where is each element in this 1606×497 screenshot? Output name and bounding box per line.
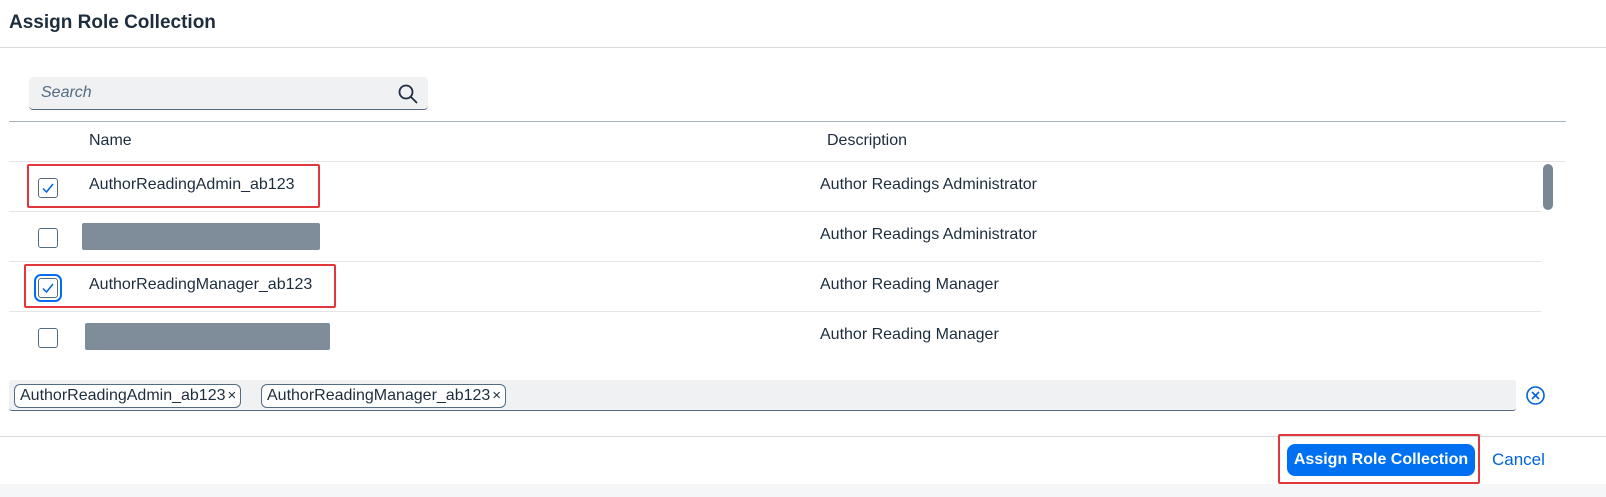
assign-role-collection-dialog: Assign Role Collection Search Name Descr… — [0, 0, 1606, 497]
token-authorreadingadmin[interactable]: AuthorReadingAdmin_ab123 × — [14, 384, 242, 408]
cancel-button[interactable]: Cancel — [1492, 450, 1545, 470]
dialog-title: Assign Role Collection — [9, 12, 216, 33]
search-icon[interactable] — [397, 83, 419, 105]
highlight-box-row-3 — [24, 264, 336, 308]
token-label: AuthorReadingAdmin_ab123 — [20, 387, 226, 404]
highlight-box-row-1 — [27, 164, 320, 208]
redacted-name — [85, 323, 330, 350]
table-row[interactable]: Author Reading Manager — [9, 312, 1541, 362]
background-page-strip — [0, 484, 1606, 497]
table-scrollbar[interactable] — [1543, 164, 1553, 210]
token-remove-icon[interactable]: × — [492, 387, 501, 404]
column-header-name[interactable]: Name — [89, 132, 132, 150]
selected-tokens-field[interactable]: AuthorReadingAdmin_ab123 × AuthorReadingM… — [9, 380, 1516, 411]
search-placeholder: Search — [41, 84, 92, 101]
token-remove-icon[interactable]: × — [227, 387, 236, 404]
row-description: Author Readings Administrator — [820, 176, 1037, 193]
token-authorreadingmanager[interactable]: AuthorReadingManager_ab123 × — [261, 384, 507, 408]
search-input[interactable]: Search — [29, 77, 428, 110]
table-header: Name Description — [9, 121, 1566, 162]
row-checkbox[interactable] — [38, 328, 58, 348]
table-row[interactable]: Author Readings Administrator — [9, 212, 1541, 262]
dialog-header: Assign Role Collection — [0, 0, 1606, 48]
row-description: Author Reading Manager — [820, 326, 999, 343]
row-checkbox[interactable] — [38, 228, 58, 248]
row-description: Author Readings Administrator — [820, 226, 1037, 243]
clear-all-icon[interactable] — [1525, 385, 1546, 406]
column-header-description[interactable]: Description — [827, 132, 907, 150]
highlight-box-assign-button — [1278, 434, 1480, 484]
redacted-name — [82, 223, 320, 250]
token-label: AuthorReadingManager_ab123 — [267, 387, 491, 404]
row-description: Author Reading Manager — [820, 276, 999, 293]
